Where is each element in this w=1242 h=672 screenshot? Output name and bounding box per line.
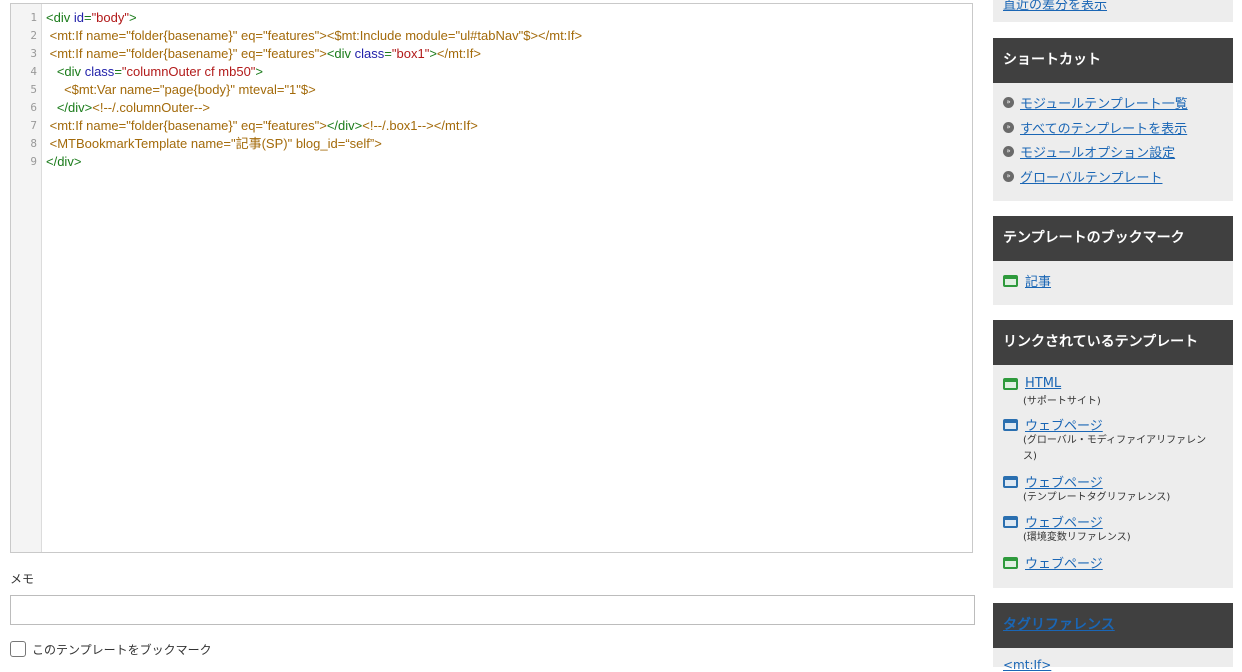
linked-template-source: (サポートサイト) (1023, 396, 1101, 407)
shortcut-item[interactable]: » モジュールテンプレート一覧 (1003, 93, 1188, 112)
shortcut-panel: ショートカット » モジュールテンプレート一覧 » すべてのテンプレートを表示 … (993, 38, 1233, 201)
shortcut-panel-title: ショートカット (993, 38, 1233, 83)
linked-template-item[interactable]: ウェブページ (1003, 512, 1103, 531)
bookmark-item[interactable]: 記事 (1003, 271, 1051, 290)
tag-reference-link[interactable]: タグリファレンス (1003, 617, 1115, 633)
linked-template-link[interactable]: HTML (1025, 376, 1061, 391)
arrow-bullet-icon: » (1003, 171, 1014, 182)
line-number: 7 (30, 119, 37, 132)
template-bookmarks-title: テンプレートのブックマーク (993, 216, 1233, 261)
tag-reference-item[interactable]: <mt:If> (1003, 658, 1051, 672)
linked-template-link[interactable]: ウェブページ (1025, 415, 1103, 434)
template-green-icon (1003, 377, 1018, 390)
linked-templates-panel: リンクされているテンプレート HTML (サポートサイト) ウェブページ (グロ… (993, 320, 1233, 588)
bookmark-link[interactable]: 記事 (1025, 271, 1051, 290)
line-number: 1 (30, 11, 37, 24)
linked-template-source: (テンプレートタグリファレンス) (1023, 492, 1171, 503)
bookmark-checkbox[interactable] (10, 641, 26, 657)
template-blue-icon (1003, 515, 1018, 528)
show-recent-diff-link[interactable]: 直近の差分を表示 (1003, 0, 1107, 13)
linked-template-link[interactable]: ウェブページ (1025, 553, 1103, 572)
line-number: 6 (30, 101, 37, 114)
linked-template-item[interactable]: HTML (1003, 376, 1061, 391)
line-number: 9 (30, 155, 37, 168)
line-number: 2 (30, 29, 37, 42)
template-green-icon (1003, 556, 1018, 569)
code-line: <div class="columnOuter cf mb50"> (56, 64, 264, 79)
code-line: <mt:If name="folder{basename}" eq="featu… (49, 46, 481, 61)
shortcut-link[interactable]: モジュールテンプレート一覧 (1020, 93, 1188, 112)
arrow-bullet-icon: » (1003, 146, 1014, 157)
template-icon (1003, 274, 1018, 287)
shortcut-item[interactable]: » モジュールオプション設定 (1003, 142, 1175, 161)
line-number: 5 (30, 83, 37, 96)
template-blue-icon (1003, 418, 1018, 431)
code-line: </div> (46, 154, 82, 169)
bookmark-checkbox-label[interactable]: このテンプレートをブックマーク (32, 641, 212, 658)
memo-input[interactable] (10, 595, 975, 625)
arrow-bullet-icon: » (1003, 122, 1014, 133)
template-code-editor[interactable]: 1 2 3 4 5 6 7 8 9 <div id="body"> <mt:If… (10, 3, 973, 553)
template-bookmarks-panel: テンプレートのブックマーク 記事 (993, 216, 1233, 305)
code-line: <$mt:Var name="page{body}" mteval="1"$> (64, 82, 316, 97)
shortcut-link[interactable]: すべてのテンプレートを表示 (1020, 118, 1187, 137)
arrow-bullet-icon: » (1003, 97, 1014, 108)
linked-template-link[interactable]: ウェブページ (1025, 512, 1103, 531)
shortcut-link[interactable]: グローバルテンプレート (1020, 167, 1162, 186)
line-number-gutter: 1 2 3 4 5 6 7 8 9 (11, 4, 42, 552)
linked-template-source: (環境変数リファレンス) (1023, 532, 1131, 543)
code-line: </div><!--/.columnOuter--> (56, 100, 211, 115)
memo-label: メモ (10, 572, 35, 586)
template-blue-icon (1003, 475, 1018, 488)
linked-template-link[interactable]: ウェブページ (1025, 472, 1103, 491)
shortcut-item[interactable]: » グローバルテンプレート (1003, 167, 1162, 186)
code-line: <MTBookmarkTemplate name="記事(SP)" blog_i… (49, 136, 382, 151)
tag-reference-panel: タグリファレンス <mt:If> (993, 603, 1233, 672)
shortcut-link[interactable]: モジュールオプション設定 (1020, 142, 1175, 161)
linked-templates-title: リンクされているテンプレート (993, 320, 1233, 365)
shortcut-item[interactable]: » すべてのテンプレートを表示 (1003, 118, 1187, 137)
line-number: 4 (30, 65, 37, 78)
code-content[interactable]: <div id="body"> <mt:If name="folder{base… (46, 9, 972, 171)
code-line: <mt:If name="folder{basename}" eq="featu… (49, 28, 583, 43)
code-line: <div id="body"> (46, 10, 137, 25)
linked-template-item[interactable]: ウェブページ (1003, 472, 1103, 491)
tag-reference-title: タグリファレンス (993, 603, 1233, 648)
line-number: 3 (30, 47, 37, 60)
linked-template-item[interactable]: ウェブページ (1003, 415, 1103, 434)
line-number: 8 (30, 137, 37, 150)
linked-template-item[interactable]: ウェブページ (1003, 553, 1103, 572)
code-line: <mt:If name="folder{basename}" eq="featu… (49, 118, 478, 133)
linked-template-source: (グローバル・モディファイアリファレンス) (1023, 435, 1207, 462)
